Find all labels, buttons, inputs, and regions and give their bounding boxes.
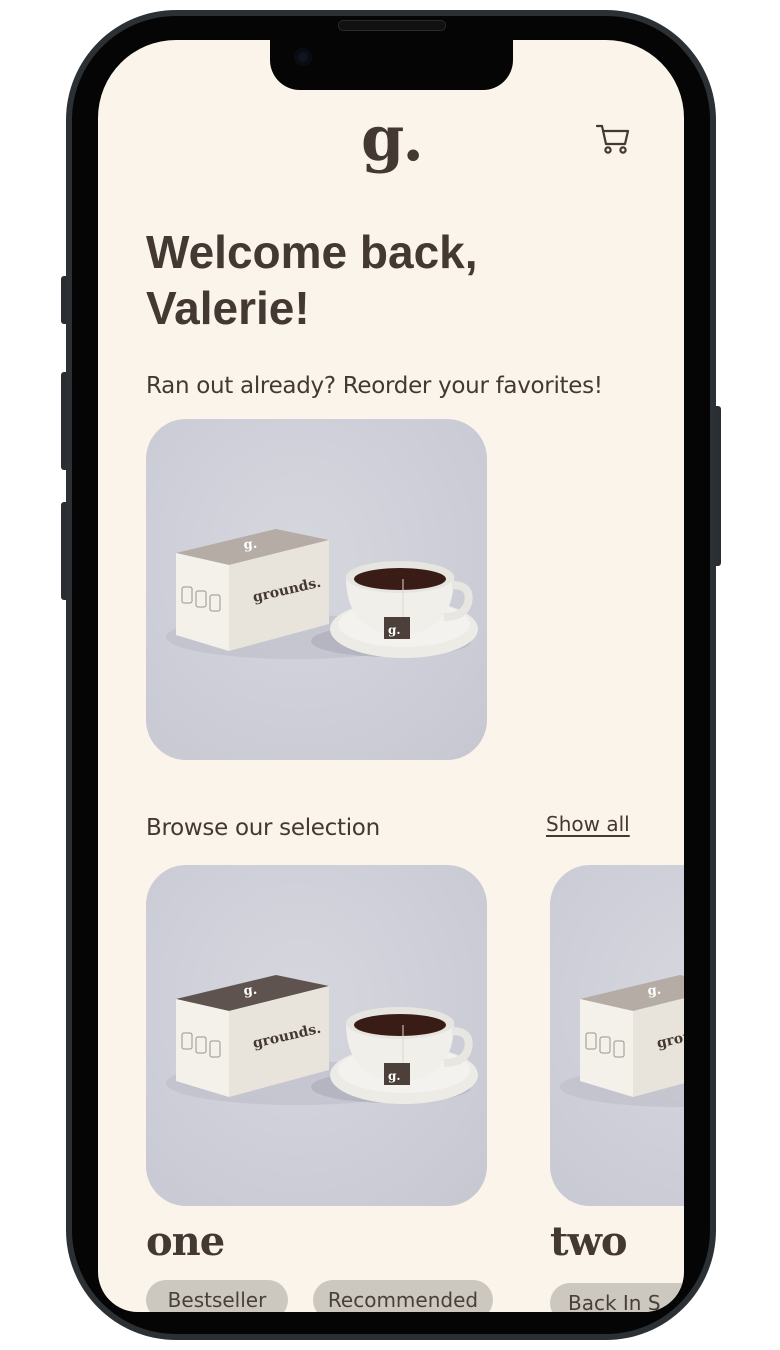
product-image: g. grou bbox=[560, 975, 684, 1107]
welcome-line-1: Welcome back, bbox=[146, 226, 478, 278]
product-card-two[interactable]: g. grou bbox=[550, 865, 684, 1206]
shopping-cart-icon[interactable] bbox=[596, 122, 630, 156]
teabag-logo: g. bbox=[388, 623, 401, 637]
browse-section-title: Browse our selection bbox=[146, 815, 380, 841]
reorder-product-card[interactable]: g. grounds. g. bbox=[146, 419, 487, 760]
show-all-link[interactable]: Show all bbox=[546, 812, 630, 836]
front-camera bbox=[294, 48, 312, 66]
product-image: g. grounds. g. bbox=[166, 975, 478, 1105]
brand-logo[interactable]: g. bbox=[361, 108, 424, 170]
tag-back-in-stock[interactable]: Back In S bbox=[550, 1283, 684, 1312]
teabag-logo: g. bbox=[388, 1069, 401, 1083]
reorder-prompt: Ran out already? Reorder your favorites! bbox=[146, 373, 603, 399]
welcome-heading: Welcome back, Valerie! bbox=[146, 224, 606, 336]
product-name-two[interactable]: two bbox=[550, 1222, 628, 1262]
box-logo: g. bbox=[243, 983, 258, 999]
earpiece-speaker bbox=[338, 20, 446, 31]
tag-recommended[interactable]: Recommended bbox=[313, 1280, 493, 1312]
product-image: g. grounds. g. bbox=[166, 529, 478, 659]
tag-bestseller[interactable]: Bestseller bbox=[146, 1280, 288, 1312]
app-screen: g. Welcome back, Valerie! Ran out alread… bbox=[98, 40, 684, 1312]
welcome-line-2: Valerie! bbox=[146, 282, 310, 334]
product-name-one[interactable]: one bbox=[146, 1222, 225, 1262]
box-logo: g. bbox=[647, 983, 662, 999]
product-card-one[interactable]: g. grounds. g. bbox=[146, 865, 487, 1206]
box-logo: g. bbox=[243, 537, 258, 553]
